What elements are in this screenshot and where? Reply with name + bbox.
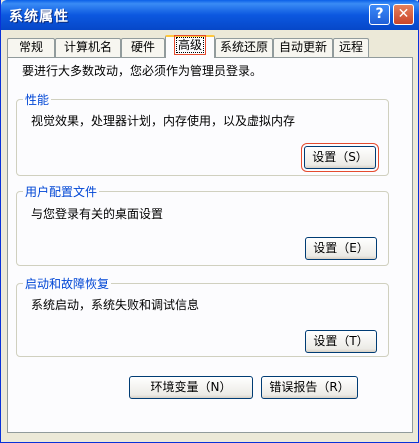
user-profiles-label: 用户配置文件 <box>23 183 100 200</box>
startup-recovery-description: 系统启动，系统失败和调试信息 <box>31 298 200 312</box>
user-profiles-description: 与您登录有关的桌面设置 <box>31 207 164 221</box>
performance-description: 视觉效果，处理器计划，内存使用，以及虚拟内存 <box>31 114 296 128</box>
environment-variables-button[interactable]: 环境变量（N） <box>129 376 253 399</box>
system-properties-window: 系统属性 ? ✕ 常规 计算机名 硬件 高级 系统还原 自动更新 远程 要进行大… <box>0 0 419 443</box>
startup-recovery-label: 启动和故障恢复 <box>23 275 112 292</box>
tab-hardware[interactable]: 硬件 <box>121 38 165 57</box>
help-button[interactable]: ? <box>369 4 390 25</box>
startup-recovery-group: 启动和故障恢复 系统启动，系统失败和调试信息 设置（T） <box>16 275 389 357</box>
performance-group: 性能 视觉效果，处理器计划，内存使用，以及虚拟内存 设置（S） <box>16 91 389 176</box>
title-bar[interactable]: 系统属性 ? ✕ <box>1 0 419 30</box>
user-profiles-settings-button[interactable]: 设置（E） <box>305 237 377 260</box>
tab-general[interactable]: 常规 <box>7 38 55 57</box>
tab-advanced[interactable]: 高级 <box>165 35 215 58</box>
window-title: 系统属性 <box>9 9 69 25</box>
tab-remote[interactable]: 远程 <box>333 38 369 57</box>
tab-automatic-updates[interactable]: 自动更新 <box>273 38 333 57</box>
tab-computer-name[interactable]: 计算机名 <box>55 38 121 57</box>
performance-settings-button[interactable]: 设置（S） <box>301 143 379 172</box>
user-profiles-group: 用户配置文件 与您登录有关的桌面设置 设置（E） <box>16 183 389 266</box>
performance-label: 性能 <box>23 91 52 108</box>
startup-recovery-settings-button[interactable]: 设置（T） <box>305 330 377 353</box>
close-button[interactable]: ✕ <box>393 4 414 25</box>
admin-notice: 要进行大多数改动，您必须作为管理员登录。 <box>22 64 263 78</box>
tab-system-restore[interactable]: 系统还原 <box>215 38 273 57</box>
error-reporting-button[interactable]: 错误报告（R） <box>261 376 358 399</box>
